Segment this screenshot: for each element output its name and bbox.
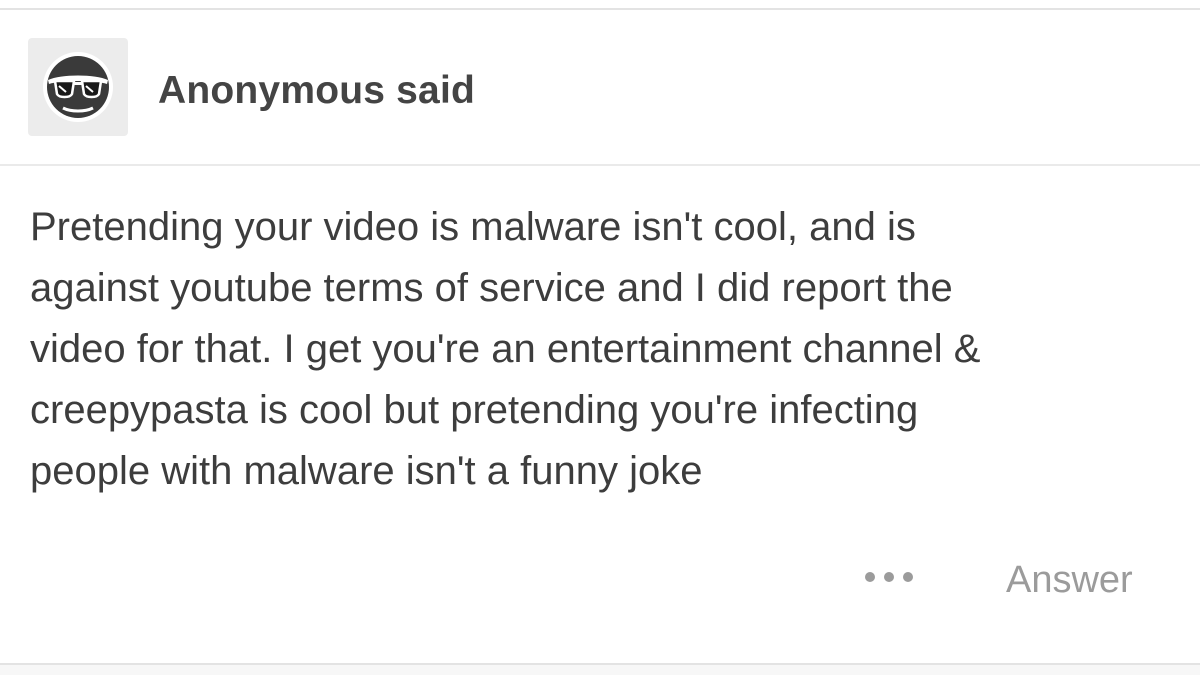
question-line: people with malware isn't a funny joke: [30, 449, 703, 493]
card-footer: Answer: [0, 540, 1200, 620]
answer-button[interactable]: Answer: [1006, 558, 1133, 602]
more-dots-icon: [865, 572, 913, 582]
question-line: Pretending your video is malware isn't c…: [30, 205, 916, 249]
ask-card-screen: Anonymous said Pretending your video is …: [0, 0, 1200, 675]
more-options-button[interactable]: [858, 562, 922, 592]
asker-name: Anonymous said: [158, 69, 476, 112]
avatar[interactable]: [28, 38, 128, 136]
question-line: creepypasta is cool but pretending you'r…: [30, 388, 919, 432]
question-line: against youtube terms of service and I d…: [30, 266, 953, 310]
anonymous-sunglasses-icon: [43, 52, 113, 122]
bottom-gap: [0, 665, 1200, 675]
card-header: Anonymous said: [0, 10, 1200, 165]
question-text: Pretending your video is malware isn't c…: [30, 197, 1180, 502]
header-divider: [0, 164, 1200, 166]
question-line: video for that. I get you're an entertai…: [30, 327, 981, 371]
